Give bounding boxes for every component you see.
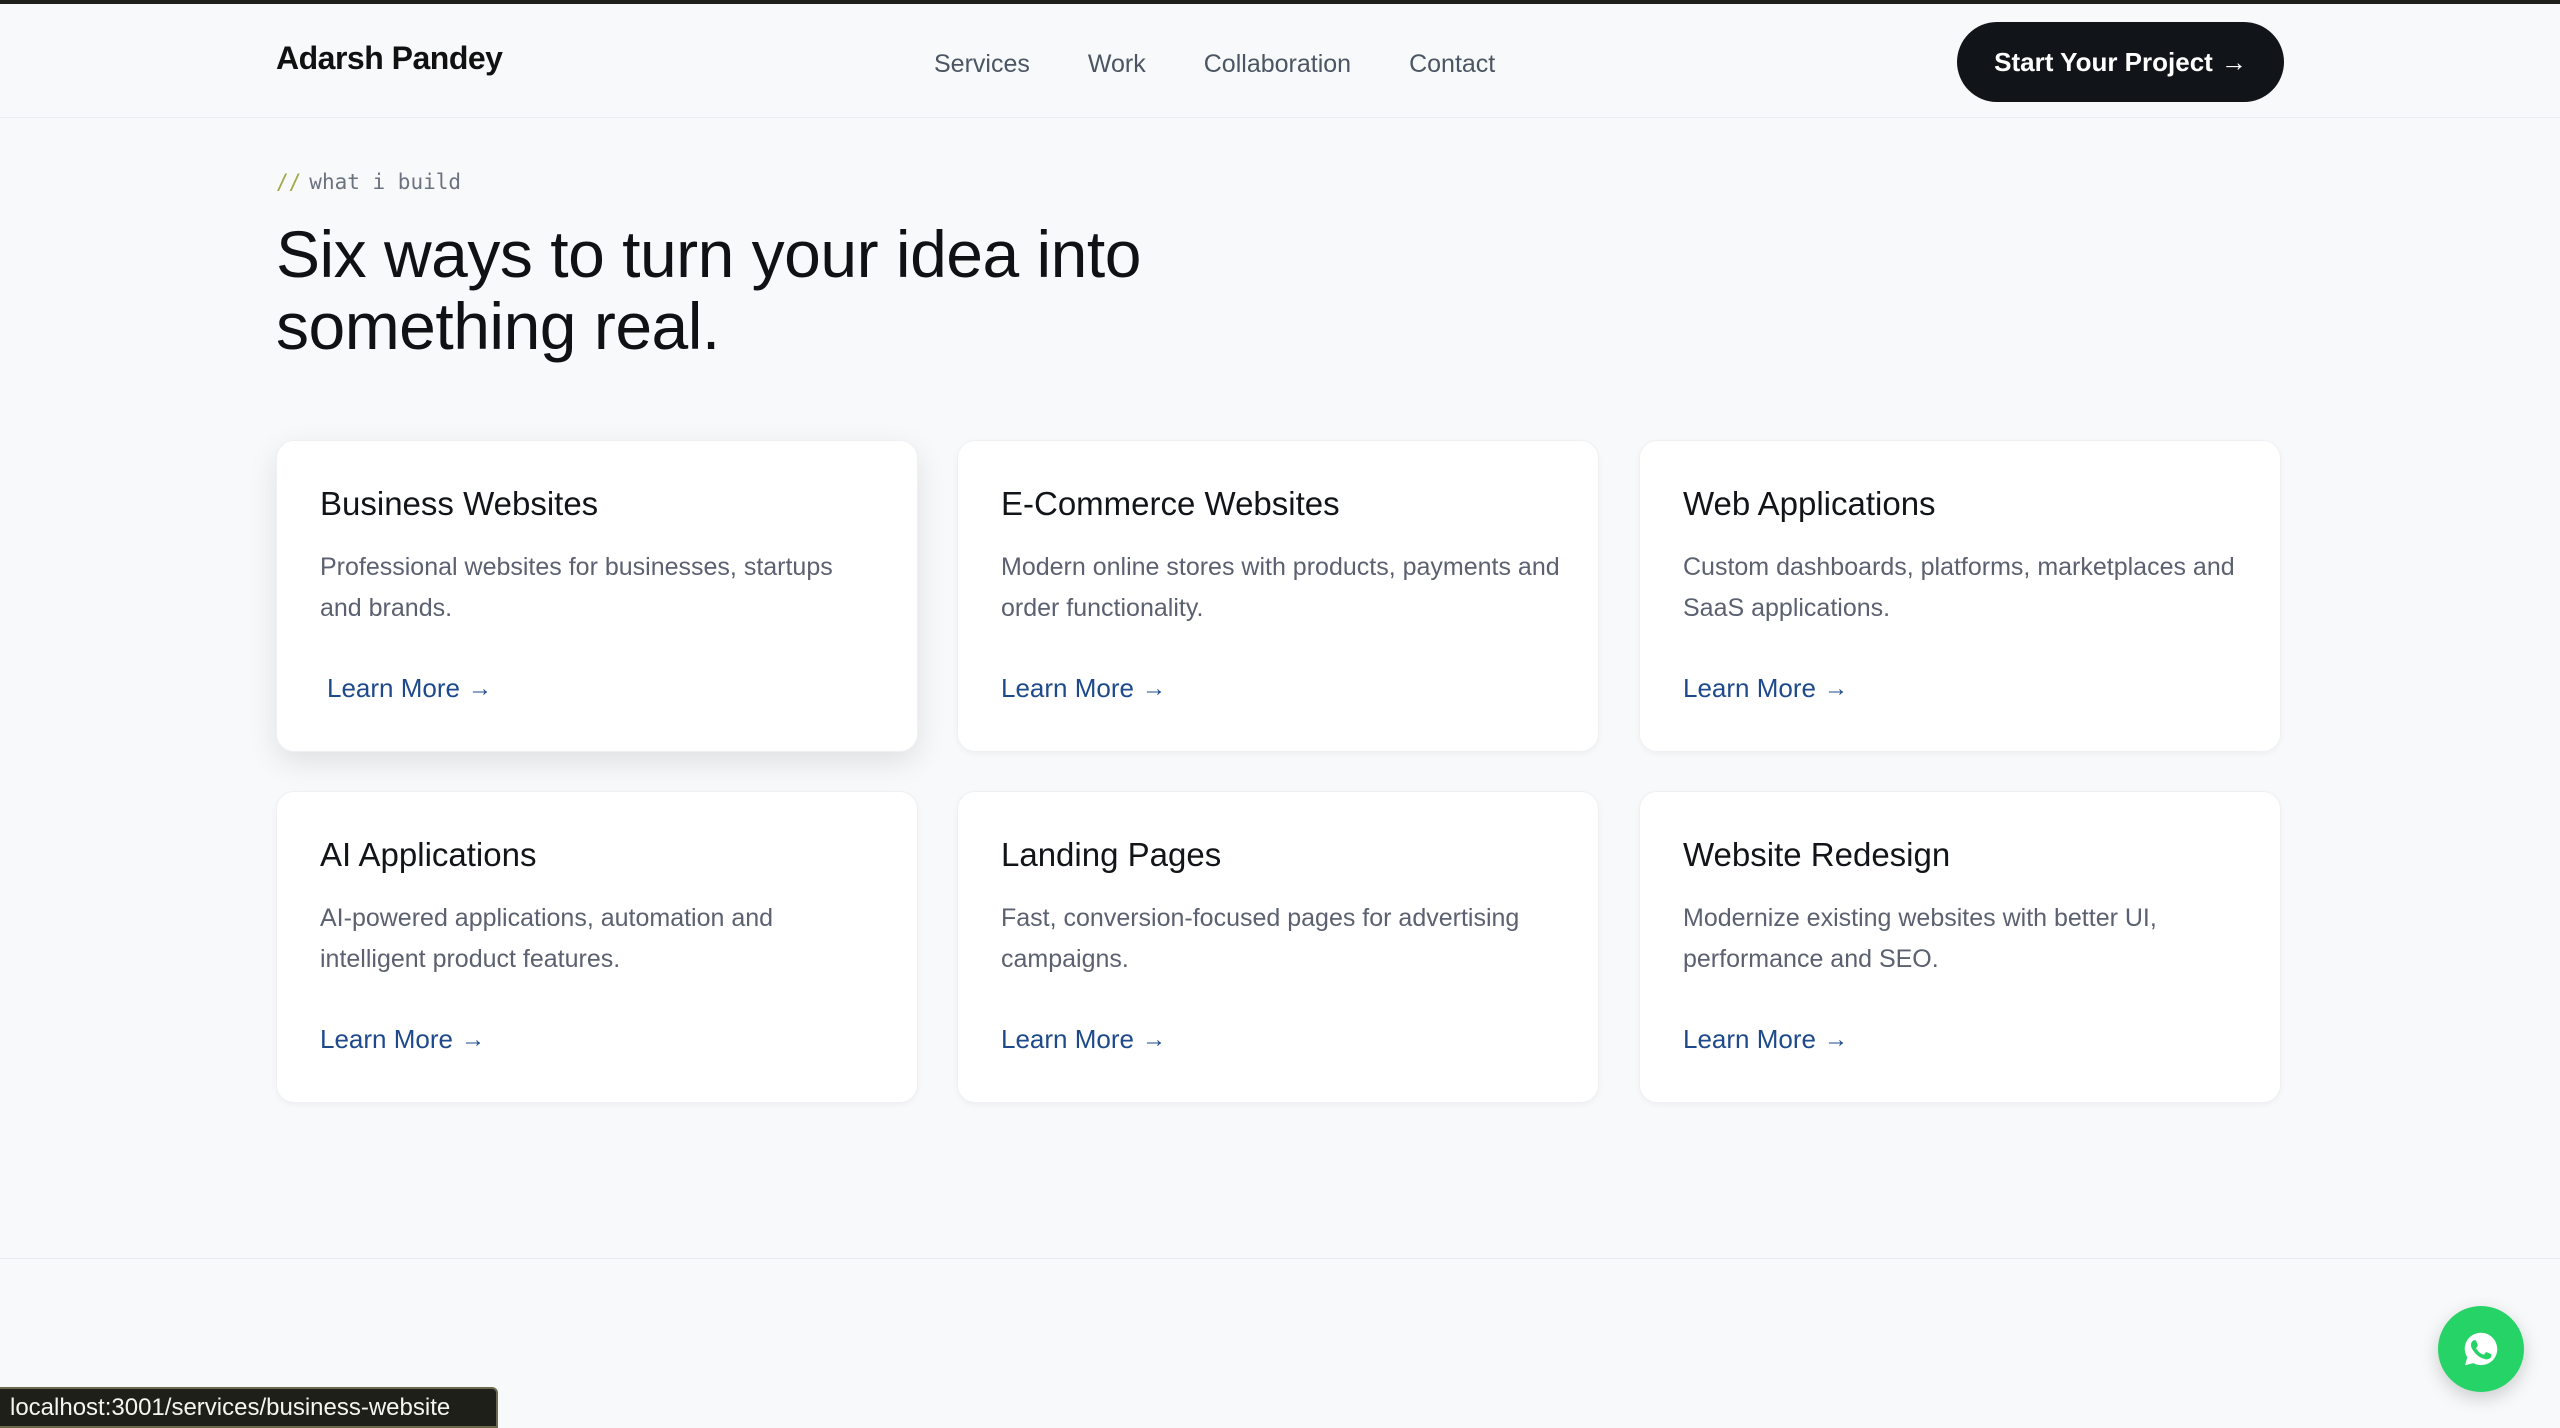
learn-more-link[interactable]: Learn More → — [1683, 1024, 1848, 1055]
start-project-button[interactable]: Start Your Project → — [1957, 22, 2284, 102]
nav-link-collaboration[interactable]: Collaboration — [1204, 50, 1351, 79]
nav-link-services[interactable]: Services — [934, 50, 1030, 79]
learn-more-link[interactable]: Learn More → — [1001, 1024, 1166, 1055]
arrow-right-icon: → — [2220, 46, 2247, 77]
arrow-right-icon: → — [467, 674, 492, 702]
learn-more-label: Learn More — [1001, 673, 1134, 703]
card-title: E-Commerce Websites — [1001, 485, 1340, 522]
card-description: Modernize existing websites with better … — [1683, 904, 2157, 973]
arrow-right-icon: → — [1141, 1025, 1166, 1053]
learn-more-label: Learn More — [320, 1024, 453, 1054]
eyebrow-text: what i build — [309, 170, 462, 194]
arrow-right-icon: → — [1823, 1025, 1848, 1053]
card-title: Web Applications — [1683, 485, 1936, 522]
card-title: Business Websites — [320, 485, 599, 522]
learn-more-label: Learn More — [1001, 1024, 1134, 1054]
learn-more-link[interactable]: Learn More → — [1683, 673, 1848, 704]
nav-link-work[interactable]: Work — [1088, 50, 1146, 79]
whatsapp-icon — [2464, 1332, 2498, 1366]
learn-more-label: Learn More — [1683, 1024, 1816, 1054]
arrow-right-icon: → — [460, 1025, 485, 1053]
section-eyebrow: // what i build — [276, 170, 461, 194]
card-description: AI-powered applications, automation and … — [320, 904, 774, 973]
card-description: Fast, conversion-focused pages for adver… — [1001, 904, 1520, 973]
service-card-ai-applications[interactable]: AI Applications AI-powered applications,… — [276, 791, 918, 1103]
card-description: Custom dashboards, platforms, marketplac… — [1683, 553, 2235, 622]
main-nav: Services Work Collaboration Contact — [934, 50, 1553, 79]
service-card-web-applications[interactable]: Web Applications Custom dashboards, plat… — [1639, 440, 2281, 752]
card-title: Website Redesign — [1683, 836, 1951, 873]
card-description: Modern online stores with products, paym… — [1001, 553, 1560, 622]
learn-more-link[interactable]: Learn More → — [1001, 673, 1166, 704]
section-headline: Six ways to turn your idea into somethin… — [276, 217, 1141, 363]
start-project-label: Start Your Project — [1994, 46, 2213, 77]
learn-more-label: Learn More — [1683, 673, 1816, 703]
service-card-business-websites[interactable]: Business Websites Professional websites … — [276, 440, 918, 752]
card-title: Landing Pages — [1001, 836, 1222, 873]
site-logo[interactable]: Adarsh Pandey — [276, 40, 503, 77]
whatsapp-button[interactable] — [2438, 1306, 2524, 1392]
card-description: Professional websites for businesses, st… — [320, 553, 833, 622]
learn-more-label: Learn More — [327, 673, 460, 703]
learn-more-link[interactable]: Learn More → — [327, 673, 492, 704]
arrow-right-icon: → — [1823, 674, 1848, 702]
arrow-right-icon: → — [1141, 674, 1166, 702]
service-card-website-redesign[interactable]: Website Redesign Modernize existing webs… — [1639, 791, 2281, 1103]
service-card-landing-pages[interactable]: Landing Pages Fast, conversion-focused p… — [957, 791, 1599, 1103]
card-title: AI Applications — [320, 836, 537, 873]
nav-link-contact[interactable]: Contact — [1409, 50, 1495, 79]
site-header: Adarsh Pandey Services Work Collaboratio… — [0, 4, 2560, 118]
service-card-ecommerce-websites[interactable]: E-Commerce Websites Modern online stores… — [957, 440, 1599, 752]
eyebrow-slashes: // — [276, 170, 302, 194]
learn-more-link[interactable]: Learn More → — [320, 1024, 485, 1055]
section-divider — [0, 1258, 2560, 1259]
status-bar-url: localhost:3001/services/business-website — [0, 1387, 498, 1428]
